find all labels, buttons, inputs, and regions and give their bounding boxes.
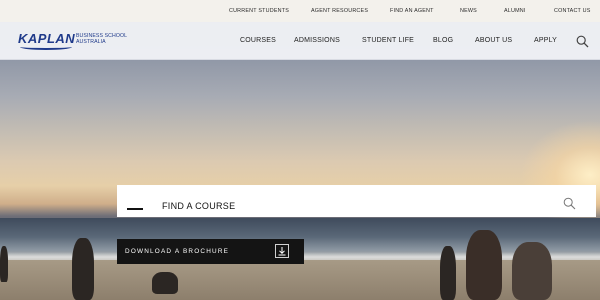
nav-courses[interactable]: COURSES bbox=[240, 37, 276, 44]
logo-subtitle: BUSINESS SCHOOL AUSTRALIA bbox=[76, 33, 127, 45]
main-header: KAPLAN BUSINESS SCHOOL AUSTRALIA COURSES… bbox=[0, 22, 600, 60]
person-silhouette bbox=[152, 272, 178, 294]
nav-apply[interactable]: APPLY bbox=[534, 37, 557, 44]
download-icon bbox=[275, 244, 289, 258]
utility-link-contact-us[interactable]: CONTACT US bbox=[554, 8, 591, 14]
search-icon[interactable] bbox=[563, 197, 576, 210]
nav-admissions[interactable]: ADMISSIONS bbox=[294, 37, 340, 44]
menu-dash-icon bbox=[127, 208, 143, 210]
person-silhouette bbox=[512, 242, 552, 300]
utility-link-find-an-agent[interactable]: FIND AN AGENT bbox=[390, 8, 434, 14]
utility-bar: CURRENT STUDENTS AGENT RESOURCES FIND AN… bbox=[0, 0, 600, 22]
logo-swoosh bbox=[20, 44, 72, 50]
find-course-input[interactable]: FIND A COURSE bbox=[117, 185, 596, 217]
utility-link-current-students[interactable]: CURRENT STUDENTS bbox=[229, 8, 289, 14]
logo[interactable]: KAPLAN BUSINESS SCHOOL AUSTRALIA bbox=[18, 30, 133, 52]
person-silhouette bbox=[440, 246, 456, 300]
nav-about-us[interactable]: ABOUT US bbox=[475, 37, 512, 44]
person-silhouette bbox=[466, 230, 502, 300]
utility-link-alumni[interactable]: ALUMNI bbox=[504, 8, 526, 14]
person-silhouette bbox=[0, 246, 8, 282]
utility-link-agent-resources[interactable]: AGENT RESOURCES bbox=[311, 8, 368, 14]
download-brochure-button[interactable]: DOWNLOAD A BROCHURE bbox=[117, 239, 304, 264]
logo-subtitle-line2: AUSTRALIA bbox=[76, 39, 106, 45]
find-course-label: FIND A COURSE bbox=[162, 201, 236, 211]
download-brochure-label: DOWNLOAD A BROCHURE bbox=[125, 248, 230, 255]
nav-blog[interactable]: BLOG bbox=[433, 37, 453, 44]
nav-student-life[interactable]: STUDENT LIFE bbox=[362, 37, 414, 44]
search-icon[interactable] bbox=[576, 35, 589, 48]
person-silhouette bbox=[72, 238, 94, 300]
utility-link-news[interactable]: NEWS bbox=[460, 8, 477, 14]
